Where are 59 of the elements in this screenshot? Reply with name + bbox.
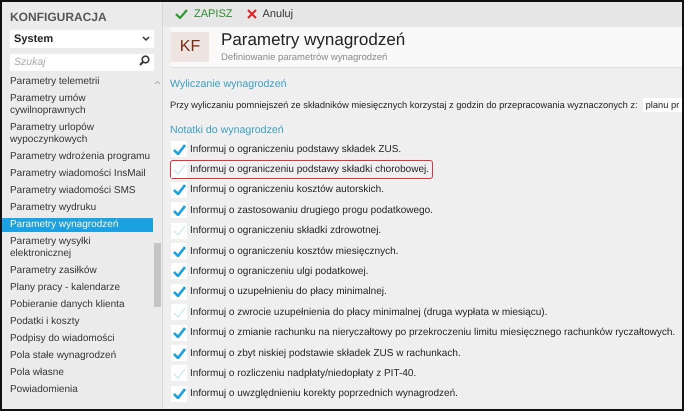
checkbox[interactable] (171, 162, 187, 178)
option-label: Informuj o ograniczeniu kosztów autorskich. (190, 184, 384, 196)
checkbox[interactable] (171, 182, 187, 198)
search-icon (139, 55, 150, 66)
option-label: Informuj o rozliczeniu nadpłaty/niedopłaty z PIT-40. (190, 368, 416, 379)
sidebar-item[interactable]: Parametry telemetrii (2, 75, 153, 89)
option-label: Informuj o ograniczeniu podstawy składek ZUS. (190, 144, 402, 155)
section-title: Wyliczanie wynagrodzeń (170, 78, 288, 90)
sidebar-item[interactable]: Plany pracy - kalendarze (2, 281, 153, 295)
sidebar-item[interactable]: Pola stałe wynagrodzeń (2, 349, 153, 363)
sidebar-item[interactable]: Parametry wiadomości SMS (2, 184, 153, 198)
option-label: Informuj o zwrocie uzupełnienia do płacy minimalnej (druga wypłata w miesiącu). (190, 306, 548, 318)
option-label: Informuj o ograniczeniu ulgi podatkowej. (190, 266, 368, 277)
sidebar-item[interactable]: Parametry wiadomości InsMail (2, 167, 153, 181)
field-label: Przy wyliczaniu pomniejszeń ze składników miesięcznych korzystaj z godzin do przepracowania wyznaczonych z: (170, 100, 638, 110)
page-title: Parametry wynagrodzeń (221, 30, 406, 50)
chevron-down-icon (142, 36, 150, 42)
checkbox[interactable] (171, 324, 187, 341)
sidebar-item[interactable]: Parametry wysyłki elektronicznej (2, 235, 153, 261)
page-subtitle: Definiowanie parametrów wynagrodzeń (221, 52, 388, 64)
sidebar-item[interactable]: Parametry umów cywilnoprawnych (2, 92, 153, 118)
option-label: Informuj o zastosowaniu drugiego progu podatkowego. (190, 204, 433, 216)
close-icon (246, 9, 257, 20)
hours-source-field[interactable]: planu pr (642, 98, 682, 112)
sidebar-item[interactable]: Pola własne (2, 366, 153, 380)
sidebar-item[interactable]: Powiadomienia (2, 383, 153, 397)
sidebar-item[interactable]: Podpisy do wiadomości (2, 332, 153, 346)
option-label: Informuj o ograniczeniu kosztów miesięcznych. (190, 246, 398, 257)
sidebar-item[interactable]: Parametry zasiłków (2, 264, 153, 278)
search-field[interactable]: Szukaj (10, 54, 154, 70)
sidebar-item[interactable]: Parametry wydruku (2, 201, 153, 215)
module-badge: KF (171, 32, 209, 62)
option-label: Informuj o uzupełnieniu do płacy minimalnej. (190, 286, 387, 298)
checkbox[interactable] (171, 345, 187, 362)
checkbox[interactable] (171, 243, 187, 260)
sidebar-item[interactable]: Parametry wdrożenia programu (2, 150, 153, 164)
checkbox[interactable] (171, 386, 187, 402)
checkbox[interactable] (171, 304, 187, 320)
sidebar-item[interactable]: Pobieranie danych klienta (2, 298, 153, 312)
section-title: Notatki do wynagrodzeń (170, 124, 285, 136)
category-select[interactable]: System (10, 30, 154, 48)
option-label: Informuj o ograniczeniu składki zdrowotnej. (190, 225, 382, 236)
sidebar-title: KONFIGURACJA (9, 9, 108, 26)
checkbox[interactable] (171, 284, 187, 300)
option-label: Informuj o zbyt niskiej podstawie składek ZUS w rachunkach. (190, 348, 461, 359)
checkbox[interactable] (171, 202, 187, 218)
checkbox[interactable] (171, 141, 187, 158)
sidebar-item[interactable]: Podatki i koszty (2, 315, 153, 329)
checkbox[interactable] (171, 222, 187, 239)
option-label: Informuj o ograniczeniu podstawy składki chorobowej. (190, 164, 430, 175)
cancel-button[interactable]: Anuluj (246, 8, 294, 20)
sidebar-item[interactable]: Parametry urlopów wypoczynkowych (2, 121, 153, 147)
option-label: Informuj o uwzględnieniu korekty poprzednich wynagrodzeń. (190, 388, 458, 400)
scrollbar-thumb[interactable] (154, 243, 161, 307)
checkbox[interactable] (171, 263, 187, 280)
scroll-up-icon[interactable] (154, 80, 161, 85)
checkmark-icon (175, 9, 188, 20)
option-label: Informuj o zmianie rachunku na nieryczałtowy po przekroczeniu limitu miesięcznego rachunków ryczałtowych. (190, 327, 676, 338)
checkbox[interactable] (171, 365, 187, 382)
